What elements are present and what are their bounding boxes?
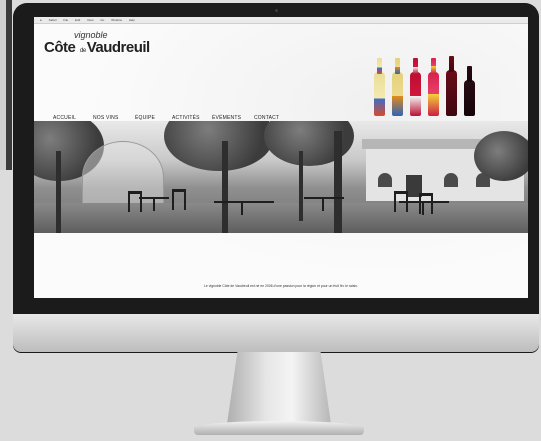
wine-bottle xyxy=(428,58,439,116)
wine-bottle xyxy=(446,56,457,116)
browser-screen: ● Safari File Edit View Go Window Help v… xyxy=(34,17,528,298)
footer-caption: Le vignoble Côte de Vaudreuil est né en … xyxy=(204,284,358,288)
macos-menubar: ● Safari File Edit View Go Window Help xyxy=(34,17,528,24)
menu-item[interactable]: Go xyxy=(100,18,104,22)
menu-item[interactable]: Help xyxy=(129,18,135,22)
monitor-chin xyxy=(13,314,539,352)
logo-vaudreuil: Vaudreuil xyxy=(86,39,151,56)
wine-bottle xyxy=(464,66,475,116)
apple-icon[interactable]: ● xyxy=(40,18,42,22)
monitor-base xyxy=(194,421,364,435)
camera-dot xyxy=(275,9,278,12)
wine-bottle xyxy=(392,58,403,116)
logo-cote: Côte xyxy=(44,39,76,56)
menu-item[interactable]: Window xyxy=(111,18,122,22)
menu-item[interactable]: Safari xyxy=(49,18,57,22)
monitor-stand xyxy=(227,352,331,424)
menu-item[interactable]: File xyxy=(63,18,68,22)
menu-item[interactable]: View xyxy=(87,18,93,22)
background-device-edge xyxy=(0,0,12,170)
wine-bottle xyxy=(410,58,421,116)
logo-de: de xyxy=(80,48,86,54)
menu-item[interactable]: Edit xyxy=(75,18,80,22)
hero-photo-garden xyxy=(34,121,528,233)
wine-bottle xyxy=(374,58,385,116)
logo-wordmark: Côte deVaudreuil xyxy=(44,39,150,56)
wine-bottles-image xyxy=(370,54,480,116)
